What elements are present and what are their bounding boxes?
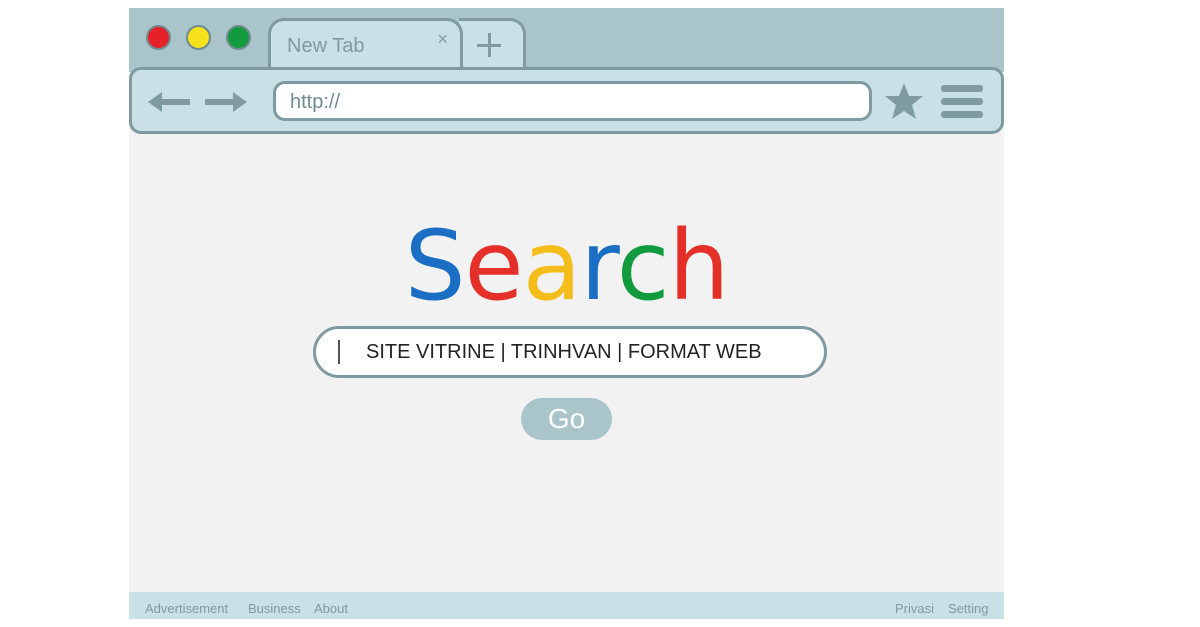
browser-window: New Tab × http:// Search SITE VITRINE | … bbox=[129, 8, 1004, 619]
logo-letter-4: c bbox=[616, 210, 670, 322]
title-bar: New Tab × bbox=[129, 8, 1004, 74]
footer-link-setting[interactable]: Setting bbox=[948, 601, 988, 616]
new-tab-button[interactable] bbox=[459, 18, 526, 74]
footer-link-advertisement[interactable]: Advertisement bbox=[145, 601, 228, 616]
hamburger-menu-icon[interactable] bbox=[941, 83, 983, 121]
logo-letter-3: r bbox=[580, 210, 617, 322]
star-icon[interactable] bbox=[884, 82, 924, 120]
text-caret bbox=[338, 340, 340, 364]
go-button[interactable]: Go bbox=[521, 398, 612, 440]
browser-toolbar: http:// bbox=[129, 67, 1004, 134]
footer-link-about[interactable]: About bbox=[314, 601, 348, 616]
search-logo: Search bbox=[129, 218, 1004, 314]
address-bar[interactable]: http:// bbox=[273, 81, 872, 121]
footer: Advertisement Business About Privasi Set… bbox=[129, 592, 1004, 619]
maximize-window-button[interactable] bbox=[226, 25, 251, 50]
footer-link-business[interactable]: Business bbox=[248, 601, 301, 616]
forward-arrow-icon[interactable] bbox=[203, 90, 247, 114]
search-input[interactable]: SITE VITRINE | TRINHVAN | FORMAT WEB bbox=[313, 326, 827, 378]
tab-label: New Tab bbox=[287, 35, 365, 57]
back-arrow-icon[interactable] bbox=[148, 90, 192, 114]
tab-new-tab[interactable]: New Tab × bbox=[268, 18, 463, 74]
logo-letter-5: h bbox=[668, 210, 730, 322]
logo-letter-1: e bbox=[464, 210, 524, 322]
plus-icon bbox=[477, 33, 501, 57]
logo-letter-0: S bbox=[404, 210, 466, 322]
url-text: http:// bbox=[290, 91, 341, 113]
tab-close-icon[interactable]: × bbox=[437, 29, 448, 50]
search-query: SITE VITRINE | TRINHVAN | FORMAT WEB bbox=[366, 341, 762, 363]
close-window-button[interactable] bbox=[146, 25, 171, 50]
page-content: Search SITE VITRINE | TRINHVAN | FORMAT … bbox=[129, 134, 1004, 592]
logo-letter-2: a bbox=[522, 210, 582, 322]
footer-link-privasi[interactable]: Privasi bbox=[895, 601, 934, 616]
minimize-window-button[interactable] bbox=[186, 25, 211, 50]
